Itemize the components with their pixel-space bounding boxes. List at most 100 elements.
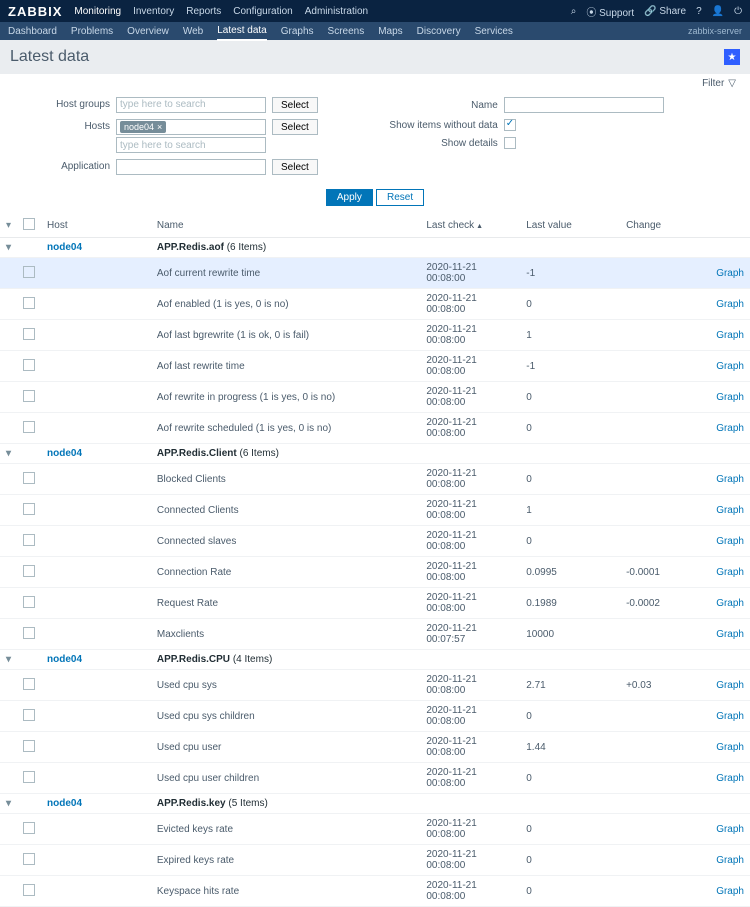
row-checkbox[interactable] (23, 627, 35, 639)
application-input[interactable] (116, 159, 266, 175)
collapse-icon[interactable]: ▾ (6, 798, 11, 809)
graph-link[interactable]: Graph (716, 567, 744, 578)
topnav-item[interactable]: Configuration (233, 6, 292, 17)
close-icon[interactable]: × (157, 122, 162, 132)
filter-toggle-icon[interactable]: ▽ (728, 78, 736, 89)
row-checkbox[interactable] (23, 565, 35, 577)
graph-link[interactable]: Graph (716, 886, 744, 897)
col-name[interactable]: Name (151, 214, 421, 238)
topnav-item[interactable]: Monitoring (74, 6, 121, 17)
row-checkbox[interactable] (23, 359, 35, 371)
host-link[interactable]: node04 (47, 242, 82, 253)
select-all-checkbox[interactable] (23, 218, 35, 230)
collapse-icon[interactable]: ▾ (6, 654, 11, 665)
name-input[interactable] (504, 97, 664, 113)
graph-link[interactable]: Graph (716, 392, 744, 403)
subnav-item[interactable]: Maps (378, 23, 402, 40)
row-checkbox[interactable] (23, 853, 35, 865)
graph-link[interactable]: Graph (716, 711, 744, 722)
graph-link[interactable]: Graph (716, 505, 744, 516)
collapse-icon[interactable]: ▾ (6, 448, 11, 459)
graph-link[interactable]: Graph (716, 361, 744, 372)
graph-link[interactable]: Graph (716, 680, 744, 691)
host-link[interactable]: node04 (47, 654, 82, 665)
host-link[interactable]: node04 (47, 798, 82, 809)
subnav-item[interactable]: Dashboard (8, 23, 57, 40)
graph-link[interactable]: Graph (716, 268, 744, 279)
graph-link[interactable]: Graph (716, 855, 744, 866)
reset-button[interactable]: Reset (376, 189, 424, 206)
item-change (620, 845, 700, 876)
row-checkbox[interactable] (23, 534, 35, 546)
row-checkbox[interactable] (23, 740, 35, 752)
item-row: Aof last bgrewrite (1 is ok, 0 is fail)2… (0, 320, 750, 351)
subnav-item[interactable]: Services (475, 23, 513, 40)
graph-link[interactable]: Graph (716, 773, 744, 784)
collapse-icon[interactable]: ▾ (6, 242, 11, 253)
show-details-checkbox[interactable] (504, 137, 516, 149)
row-checkbox[interactable] (23, 678, 35, 690)
show-items-without-data-checkbox[interactable] (504, 119, 516, 131)
row-checkbox[interactable] (23, 472, 35, 484)
topnav-item[interactable]: Administration (305, 6, 368, 17)
item-last-check: 2020-11-21 00:08:00 (420, 413, 520, 444)
row-checkbox[interactable] (23, 822, 35, 834)
row-checkbox[interactable] (23, 297, 35, 309)
col-last-check[interactable]: Last check (420, 214, 520, 238)
favorite-button[interactable]: ★ (724, 49, 740, 65)
row-checkbox[interactable] (23, 390, 35, 402)
application-select-button[interactable]: Select (272, 159, 318, 175)
row-checkbox[interactable] (23, 421, 35, 433)
topnav-item[interactable]: Reports (186, 6, 221, 17)
col-change[interactable]: Change (620, 214, 700, 238)
subnav-item[interactable]: Discovery (417, 23, 461, 40)
graph-link[interactable]: Graph (716, 423, 744, 434)
col-host[interactable]: Host (41, 214, 151, 238)
item-last-check: 2020-11-21 00:08:00 (420, 258, 520, 289)
share-link[interactable]: 🔗 Share (644, 6, 686, 17)
row-checkbox[interactable] (23, 709, 35, 721)
graph-link[interactable]: Graph (716, 474, 744, 485)
hosts-input[interactable]: node04× (116, 119, 266, 135)
help-icon[interactable]: ? (696, 6, 702, 17)
user-icon[interactable]: 👤 (712, 6, 724, 17)
row-checkbox[interactable] (23, 328, 35, 340)
subnav-item[interactable]: Screens (328, 23, 365, 40)
hosts-search-input[interactable] (116, 137, 266, 153)
graph-link[interactable]: Graph (716, 536, 744, 547)
graph-link[interactable]: Graph (716, 742, 744, 753)
col-last-value[interactable]: Last value (520, 214, 620, 238)
graph-link[interactable]: Graph (716, 629, 744, 640)
subnav-item[interactable]: Problems (71, 23, 113, 40)
collapse-all-icon[interactable]: ▾ (6, 220, 11, 231)
search-icon[interactable]: ⌕ (571, 6, 577, 17)
filter-tab[interactable]: Filter ▽ (0, 74, 750, 89)
row-checkbox[interactable] (23, 596, 35, 608)
row-checkbox[interactable] (23, 266, 35, 278)
row-checkbox[interactable] (23, 503, 35, 515)
host-groups-select-button[interactable]: Select (272, 97, 318, 113)
support-link[interactable]: ⦿ Support (586, 4, 634, 19)
subnav-item[interactable]: Graphs (281, 23, 314, 40)
host-link[interactable]: node04 (47, 448, 82, 459)
graph-link[interactable]: Graph (716, 598, 744, 609)
apply-button[interactable]: Apply (326, 189, 373, 206)
logout-icon[interactable]: ⏻ (734, 6, 742, 17)
row-checkbox[interactable] (23, 884, 35, 896)
graph-link[interactable]: Graph (716, 299, 744, 310)
subnav-item[interactable]: Overview (127, 23, 169, 40)
subnav-item[interactable]: Latest data (217, 22, 266, 41)
item-name: Expired keys rate (151, 845, 421, 876)
topnav-item[interactable]: Inventory (133, 6, 174, 17)
host-tag[interactable]: node04× (120, 121, 166, 133)
item-last-value: 1 (520, 320, 620, 351)
graph-link[interactable]: Graph (716, 824, 744, 835)
topbar: ZABBIX MonitoringInventoryReportsConfigu… (0, 0, 750, 22)
host-groups-input[interactable]: type here to search (116, 97, 266, 113)
graph-link[interactable]: Graph (716, 330, 744, 341)
row-checkbox[interactable] (23, 771, 35, 783)
hosts-select-button[interactable]: Select (272, 119, 318, 135)
subnav-item[interactable]: Web (183, 23, 203, 40)
item-change (620, 876, 700, 907)
item-last-check: 2020-11-21 00:07:57 (420, 619, 520, 650)
